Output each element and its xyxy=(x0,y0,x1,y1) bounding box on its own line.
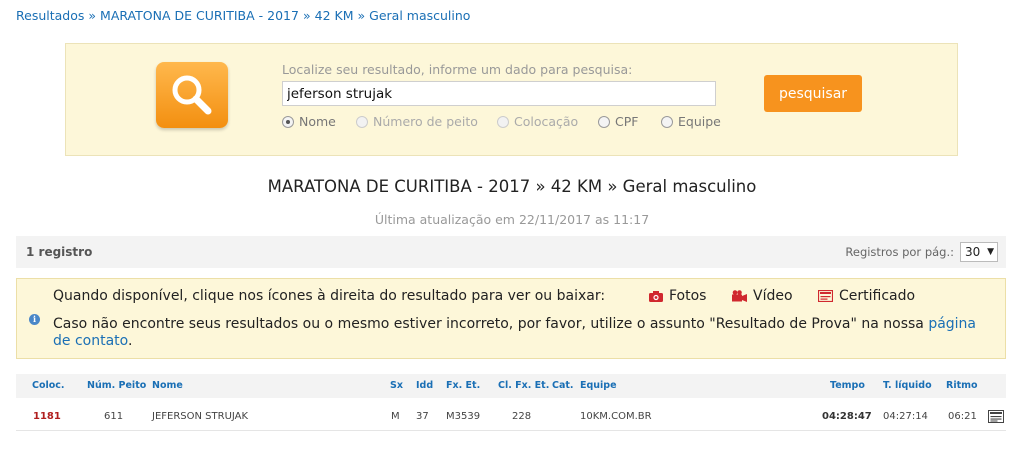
certificate-link[interactable]: Certificado xyxy=(818,288,915,304)
magnifier-icon xyxy=(156,62,228,128)
col-header-t-liquido[interactable]: T. líquido xyxy=(883,380,932,391)
breadcrumb: Resultados» MARATONA DE CURITIBA - 2017» 4… xyxy=(16,8,470,23)
breadcrumb-separator: » xyxy=(357,8,366,23)
info-icon: i xyxy=(29,314,40,325)
radio-label: Equipe xyxy=(678,114,721,129)
radio-dot[interactable] xyxy=(598,115,610,128)
radio-nome[interactable]: Nome xyxy=(282,114,336,129)
cell-tempo: 04:28:47 xyxy=(822,411,872,422)
col-header-equipe[interactable]: Equipe xyxy=(580,380,617,391)
breadcrumb-event[interactable]: MARATONA DE CURITIBA - 2017 xyxy=(100,8,299,23)
radio-dot[interactable] xyxy=(356,115,368,128)
radio-cpf[interactable]: CPF xyxy=(598,114,638,129)
search-input[interactable] xyxy=(282,81,716,106)
col-header-tempo[interactable]: Tempo xyxy=(830,380,865,391)
search-hint: Localize seu resultado, informe um dado … xyxy=(282,62,633,77)
radio-equipe[interactable]: Equipe xyxy=(661,114,721,129)
video-link[interactable]: Vídeo xyxy=(732,288,793,304)
info-contact-period: . xyxy=(127,333,133,349)
info-box: Quando disponível, clique nos ícones à d… xyxy=(16,278,1006,359)
results-table-header: Coloc. Núm. Peito Nome Sx Idd Fx. Et. Cl… xyxy=(16,374,1006,398)
table-row: 1181 611 JEFERSON STRUJAK M 37 M3539 228… xyxy=(16,403,1006,431)
certificate-label: Certificado xyxy=(839,288,916,304)
breadcrumb-separator: » xyxy=(302,8,311,23)
per-page-select[interactable]: 30 ▼ xyxy=(960,242,998,262)
radio-label: Número de peito xyxy=(373,114,478,129)
cell-ritmo: 06:21 xyxy=(948,411,977,422)
col-header-idd[interactable]: Idd xyxy=(416,380,433,391)
radio-label: Nome xyxy=(299,114,336,129)
cell-fx-et: M3539 xyxy=(446,411,481,422)
col-header-coloc[interactable]: Coloc. xyxy=(32,380,65,391)
radio-dot[interactable] xyxy=(661,115,673,128)
cell-nome: JEFERSON STRUJAK xyxy=(152,411,249,422)
search-panel: Localize seu resultado, informe um dado … xyxy=(65,43,958,156)
col-header-cat[interactable]: Cat. xyxy=(552,380,574,391)
radio-colocacao[interactable]: Colocação xyxy=(497,114,578,129)
breadcrumb-distance[interactable]: 42 KM xyxy=(315,8,354,23)
per-page-value: 30 xyxy=(965,245,981,259)
col-header-num-peito[interactable]: Núm. Peito xyxy=(87,380,146,391)
radio-numero-peito[interactable]: Número de peito xyxy=(356,114,478,129)
last-update: Última atualização em 22/11/2017 as 11:1… xyxy=(374,212,650,227)
records-bar: 1 registro Registros por pág.: 30 ▼ xyxy=(16,236,1006,268)
radio-label: CPF xyxy=(615,114,639,129)
breadcrumb-category[interactable]: Geral masculino xyxy=(369,8,470,23)
video-camera-icon xyxy=(732,290,747,302)
page-title: MARATONA DE CURITIBA - 2017 » 42 KM » Ge… xyxy=(267,177,757,196)
radio-dot[interactable] xyxy=(497,115,509,128)
search-button[interactable]: pesquisar xyxy=(764,75,862,112)
info-contact-message: Caso não encontre seus resultados ou o m… xyxy=(53,316,924,332)
breadcrumb-separator: » xyxy=(88,8,97,23)
cell-idd: 37 xyxy=(416,411,429,422)
col-header-fx-et[interactable]: Fx. Et. xyxy=(446,380,480,391)
info-contact-text: Caso não encontre seus resultados ou o m… xyxy=(53,316,983,350)
per-page-label: Registros por pág.: xyxy=(845,245,954,259)
photos-link[interactable]: Fotos xyxy=(649,288,706,304)
video-label: Vídeo xyxy=(753,288,793,304)
photos-label: Fotos xyxy=(669,288,707,304)
certificate-icon[interactable] xyxy=(988,410,1004,423)
camera-icon xyxy=(649,290,663,302)
col-header-sx[interactable]: Sx xyxy=(390,380,403,391)
cell-num-peito: 611 xyxy=(104,411,124,422)
cell-coloc: 1181 xyxy=(33,411,61,422)
cell-sx: M xyxy=(391,411,400,422)
breadcrumb-results[interactable]: Resultados xyxy=(16,8,84,23)
radio-label: Colocação xyxy=(514,114,579,129)
cell-equipe: 10KM.COM.BR xyxy=(580,411,652,422)
radio-dot[interactable] xyxy=(282,115,294,128)
col-header-nome[interactable]: Nome xyxy=(152,380,183,391)
records-count: 1 registro xyxy=(26,245,93,259)
certificate-icon xyxy=(818,290,833,302)
chevron-down-icon: ▼ xyxy=(987,247,994,257)
col-header-cl-fx-et[interactable]: Cl. Fx. Et. xyxy=(498,380,549,391)
col-header-ritmo[interactable]: Ritmo xyxy=(946,380,978,391)
cell-cl-fx-et: 228 xyxy=(512,411,532,422)
info-media-hint: Quando disponível, clique nos ícones à d… xyxy=(53,288,606,304)
cell-t-liquido: 04:27:14 xyxy=(883,411,928,422)
